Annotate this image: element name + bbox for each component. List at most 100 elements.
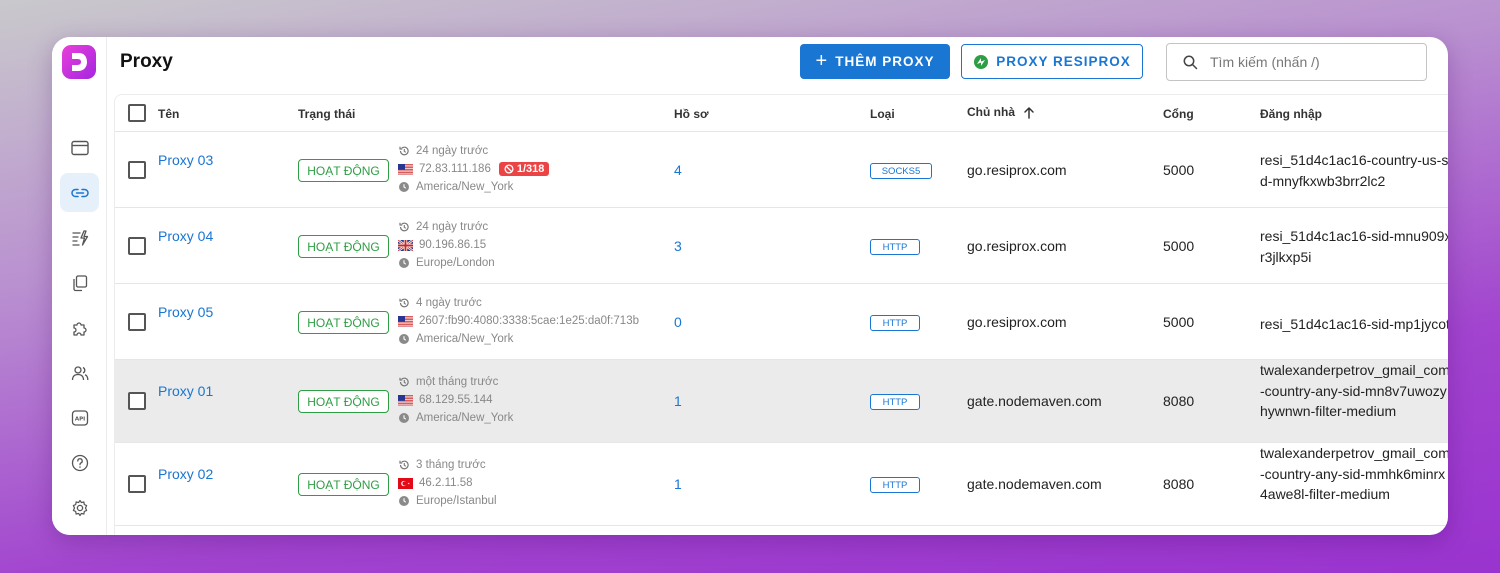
proxy-table: Tên Trạng thái Hồ sơ Loại Chủ nhà Cổng Đ… bbox=[114, 94, 1448, 535]
resiprox-button[interactable]: PROXY RESIPROX bbox=[961, 44, 1143, 79]
help-icon bbox=[71, 454, 88, 471]
sidebar-item-browser[interactable] bbox=[60, 128, 99, 167]
column-host[interactable]: Chủ nhà bbox=[967, 105, 1035, 119]
search-input[interactable] bbox=[1210, 54, 1400, 70]
last-checked: 3 tháng trước bbox=[416, 459, 486, 471]
add-proxy-button[interactable]: + THÊM PROXY bbox=[800, 44, 950, 79]
ip-address: 68.129.55.144 bbox=[419, 394, 493, 406]
status-badge: HOẠT ĐỘNG bbox=[298, 159, 389, 182]
resiprox-label: PROXY RESIPROX bbox=[996, 54, 1131, 69]
table-row[interactable]: Proxy 02 HOẠT ĐỘNG 3 tháng trước 46.2.11… bbox=[115, 443, 1448, 526]
table-row[interactable]: Proxy 03 HOẠT ĐỘNG 24 ngày trước 72.83.1… bbox=[115, 132, 1448, 208]
port: 8080 bbox=[1163, 393, 1195, 409]
plus-icon: + bbox=[815, 49, 829, 72]
timezone: Europe/London bbox=[416, 257, 495, 269]
row-checkbox[interactable] bbox=[128, 392, 146, 410]
column-login[interactable]: Đăng nhập bbox=[1260, 107, 1322, 121]
row-checkbox[interactable] bbox=[128, 475, 146, 493]
users-icon bbox=[71, 365, 88, 380]
clock-icon bbox=[399, 334, 409, 344]
sidebar-item-copy[interactable] bbox=[60, 263, 99, 302]
host: go.resiprox.com bbox=[967, 314, 1067, 330]
row-checkbox[interactable] bbox=[128, 313, 146, 331]
select-all-checkbox[interactable] bbox=[128, 104, 146, 122]
search-icon bbox=[1183, 55, 1198, 69]
sidebar: API bbox=[52, 37, 107, 535]
table-row[interactable]: Proxy 05 HOẠT ĐỘNG 4 ngày trước 2607:fb9… bbox=[115, 284, 1448, 360]
proxy-name-link[interactable]: Proxy 04 bbox=[158, 226, 218, 246]
app-window: API Proxy + THÊM PROXY PROXY RESIPROX Tê… bbox=[52, 37, 1448, 535]
table-row[interactable]: Proxy 04 HOẠT ĐỘNG 24 ngày trước 90.196.… bbox=[115, 208, 1448, 284]
history-icon bbox=[399, 222, 409, 232]
proxy-info: 24 ngày trước 72.83.111.186 1/318 America… bbox=[398, 142, 550, 196]
sidebar-item-api[interactable]: API bbox=[60, 398, 99, 437]
profile-count-link[interactable]: 1 bbox=[674, 476, 682, 492]
host: go.resiprox.com bbox=[967, 162, 1067, 178]
app-logo[interactable] bbox=[62, 45, 96, 79]
clock-icon bbox=[399, 182, 409, 192]
proxy-info: một tháng trước 68.129.55.144 America/Ne… bbox=[398, 373, 513, 427]
link-icon bbox=[70, 188, 89, 197]
resiprox-logo-icon bbox=[974, 54, 989, 69]
column-status[interactable]: Trạng thái bbox=[298, 107, 355, 121]
status-badge: HOẠT ĐỘNG bbox=[298, 390, 389, 413]
ip-address: 46.2.11.58 bbox=[419, 477, 473, 489]
login: twalexanderpetrov_gmail_com-country-any-… bbox=[1260, 362, 1448, 419]
host: go.resiprox.com bbox=[967, 238, 1067, 254]
sidebar-item-help[interactable] bbox=[60, 443, 99, 482]
status-badge: HOẠT ĐỘNG bbox=[298, 473, 389, 496]
automation-icon bbox=[71, 229, 88, 246]
type-badge: HTTP bbox=[870, 239, 920, 255]
host: gate.nodemaven.com bbox=[967, 476, 1102, 492]
proxy-name-link[interactable]: Proxy 03 bbox=[158, 150, 218, 170]
page-title: Proxy bbox=[120, 51, 173, 72]
profile-count-link[interactable]: 4 bbox=[674, 162, 682, 178]
type-badge: HTTP bbox=[870, 394, 920, 410]
last-checked: 24 ngày trước bbox=[416, 221, 489, 233]
column-port[interactable]: Cổng bbox=[1163, 107, 1194, 121]
login: resi_51d4c1ac16-country-us-sid-mnyfkxwb3… bbox=[1260, 152, 1448, 189]
clock-icon bbox=[399, 413, 409, 423]
ban-badge: 1/318 bbox=[498, 162, 550, 176]
type-badge: SOCKS5 bbox=[870, 163, 932, 179]
timezone: America/New_York bbox=[416, 333, 514, 345]
proxy-name-link[interactable]: Proxy 05 bbox=[158, 302, 218, 322]
settings-icon bbox=[72, 499, 87, 516]
table-row[interactable]: Proxy 01 HOẠT ĐỘNG một tháng trước 68.12… bbox=[115, 360, 1448, 443]
last-checked: 24 ngày trước bbox=[416, 145, 489, 157]
column-profiles[interactable]: Hồ sơ bbox=[674, 107, 709, 121]
status-badge: HOẠT ĐỘNG bbox=[298, 235, 389, 258]
last-checked: một tháng trước bbox=[416, 376, 499, 388]
port: 5000 bbox=[1163, 314, 1195, 330]
port: 8080 bbox=[1163, 476, 1195, 492]
row-checkbox[interactable] bbox=[128, 237, 146, 255]
history-icon bbox=[399, 460, 409, 470]
login: resi_51d4c1ac16-sid-mp1jycot bbox=[1260, 316, 1448, 332]
history-icon bbox=[399, 298, 409, 308]
profile-count-link[interactable]: 3 bbox=[674, 238, 682, 254]
last-checked: 4 ngày trước bbox=[416, 297, 482, 309]
search-box[interactable] bbox=[1166, 43, 1427, 81]
proxy-name-link[interactable]: Proxy 01 bbox=[158, 381, 218, 401]
ip-address: 72.83.111.186 bbox=[419, 163, 491, 175]
sidebar-item-extensions[interactable] bbox=[60, 308, 99, 347]
clock-icon bbox=[399, 258, 409, 268]
sort-ascending-icon bbox=[1024, 106, 1034, 119]
timezone: Europe/Istanbul bbox=[416, 495, 497, 507]
port: 5000 bbox=[1163, 162, 1195, 178]
sidebar-item-automation[interactable] bbox=[60, 218, 99, 257]
profile-count-link[interactable]: 0 bbox=[674, 314, 682, 330]
sidebar-item-settings[interactable] bbox=[60, 488, 99, 527]
us-flag-icon bbox=[398, 315, 413, 327]
proxy-name-link[interactable]: Proxy 02 bbox=[158, 464, 218, 484]
column-name[interactable]: Tên bbox=[158, 107, 179, 121]
proxy-info: 3 tháng trước 46.2.11.58 Europe/Istanbul bbox=[398, 456, 497, 510]
ip-address: 90.196.86.15 bbox=[419, 239, 487, 251]
proxy-info: 4 ngày trước 2607:fb90:4080:3338:5cae:1e… bbox=[398, 294, 639, 348]
sidebar-item-proxy[interactable] bbox=[60, 173, 99, 212]
profile-count-link[interactable]: 1 bbox=[674, 393, 682, 409]
sidebar-item-team[interactable] bbox=[60, 353, 99, 392]
row-checkbox[interactable] bbox=[128, 161, 146, 179]
column-type[interactable]: Loại bbox=[870, 107, 895, 121]
port: 5000 bbox=[1163, 238, 1195, 254]
